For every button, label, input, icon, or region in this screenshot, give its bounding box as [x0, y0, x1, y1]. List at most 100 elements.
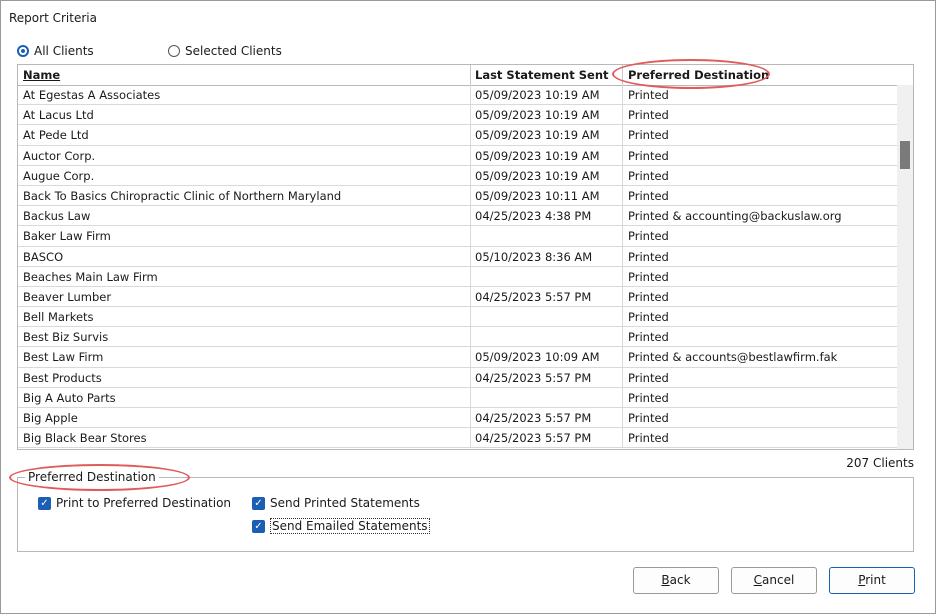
- table-row[interactable]: Baker Law Firm Printed: [18, 226, 898, 247]
- table-row[interactable]: Best Products 04/25/2023 5:57 PM Printed: [18, 367, 898, 388]
- column-divider: [622, 125, 623, 145]
- column-divider: [622, 266, 623, 286]
- table-row[interactable]: Beaches Main Law Firm Printed: [18, 266, 898, 287]
- preferred-destination-group: [17, 477, 914, 552]
- column-divider: [622, 145, 623, 165]
- cell-last-statement-sent: 05/10/2023 8:36 AM: [475, 249, 593, 264]
- radio-selected-clients[interactable]: Selected Clients: [168, 43, 282, 59]
- table-row[interactable]: Beaver Lumber 04/25/2023 5:57 PM Printed: [18, 286, 898, 308]
- table-row[interactable]: Bell Markets Printed: [18, 307, 898, 328]
- table-row[interactable]: Augue Corp. 05/09/2023 10:19 AM Printed: [18, 165, 898, 186]
- column-divider: [470, 105, 471, 125]
- column-divider[interactable]: [470, 65, 471, 85]
- column-divider: [622, 408, 623, 428]
- cancel-button[interactable]: Cancel: [731, 567, 817, 594]
- cell-last-statement-sent: 05/09/2023 10:19 AM: [475, 148, 600, 163]
- table-row[interactable]: Big A Auto Parts Printed: [18, 387, 898, 408]
- cell-name: Big A Auto Parts: [23, 390, 116, 405]
- column-divider: [470, 246, 471, 266]
- radio-all-clients-label: All Clients: [34, 44, 94, 58]
- table-row[interactable]: Backus Law 04/25/2023 4:38 PM Printed & ac…: [18, 206, 898, 227]
- column-divider: [622, 387, 623, 407]
- column-divider: [470, 347, 471, 367]
- dialog-title: Report Criteria: [9, 11, 97, 25]
- client-grid[interactable]: Name Last Statement Sent Preferred Desti…: [17, 64, 914, 450]
- cell-name: Best Law Firm: [23, 350, 104, 365]
- cell-preferred-destination: Printed: [628, 229, 669, 244]
- column-divider: [470, 85, 471, 105]
- checkmark-icon: ✓: [252, 496, 265, 510]
- column-divider: [470, 327, 471, 347]
- cell-preferred-destination: Printed: [628, 431, 669, 446]
- grid-header: Name Last Statement Sent Preferred Desti…: [18, 65, 898, 86]
- column-divider: [622, 327, 623, 347]
- send-printed-statements-checkbox[interactable]: ✓ Send Printed Statements: [252, 496, 420, 510]
- print-to-preferred-destination-checkbox[interactable]: ✓ Print to Preferred Destination: [38, 496, 231, 510]
- cell-preferred-destination: Printed: [628, 188, 669, 203]
- table-row[interactable]: Auctor Corp. 05/09/2023 10:19 AM Printed: [18, 145, 898, 166]
- radio-selected-icon: [17, 45, 29, 57]
- checkbox-label: Send Emailed Statements: [270, 518, 430, 534]
- column-divider: [622, 367, 623, 387]
- cell-name: Beaches Main Law Firm: [23, 269, 158, 284]
- vertical-scrollbar[interactable]: [897, 85, 913, 449]
- table-row[interactable]: BASCO 05/10/2023 8:36 AM Printed: [18, 246, 898, 267]
- cell-preferred-destination: Printed: [628, 128, 669, 143]
- scrollbar-thumb[interactable]: [900, 141, 910, 169]
- cell-preferred-destination: Printed: [628, 249, 669, 264]
- column-divider: [622, 286, 623, 307]
- cell-name: BASCO: [23, 249, 64, 264]
- table-row[interactable]: Best Law Firm 05/09/2023 10:09 AM Printed …: [18, 347, 898, 368]
- table-row[interactable]: Big Black Bear Stores 04/25/2023 5:57 PM P…: [18, 428, 898, 449]
- cell-preferred-destination: Printed: [628, 88, 669, 102]
- cell-preferred-destination: Printed: [628, 390, 669, 405]
- table-row[interactable]: At Egestas A Associates 05/09/2023 10:19 …: [18, 85, 898, 106]
- cell-name: At Pede Ltd: [23, 128, 89, 143]
- cell-last-statement-sent: 04/25/2023 4:38 PM: [475, 209, 592, 224]
- back-button[interactable]: Back: [633, 567, 719, 594]
- column-divider: [470, 286, 471, 307]
- send-emailed-statements-checkbox[interactable]: ✓ Send Emailed Statements: [252, 518, 430, 534]
- column-divider: [622, 185, 623, 206]
- column-header-last-statement[interactable]: Last Statement Sent: [475, 68, 609, 82]
- column-divider: [622, 226, 623, 246]
- cell-name: Beaver Lumber: [23, 289, 112, 304]
- column-divider: [622, 165, 623, 185]
- column-divider: [470, 266, 471, 286]
- table-row[interactable]: Back To Basics Chiropractic Clinic of No…: [18, 185, 898, 207]
- column-header-preferred-destination[interactable]: Preferred Destination: [628, 68, 769, 82]
- cell-name: At Egestas A Associates: [23, 88, 161, 102]
- table-row[interactable]: Big Apple 04/25/2023 5:57 PM Printed: [18, 408, 898, 429]
- column-divider: [622, 428, 623, 448]
- cell-preferred-destination: Printed: [628, 310, 669, 325]
- column-divider: [622, 347, 623, 367]
- cell-last-statement-sent: 05/09/2023 10:11 AM: [475, 188, 600, 203]
- column-divider: [470, 125, 471, 145]
- column-divider: [470, 428, 471, 448]
- cell-last-statement-sent: 04/25/2023 5:57 PM: [475, 289, 592, 304]
- table-row[interactable]: At Lacus Ltd 05/09/2023 10:19 AM Printed: [18, 105, 898, 126]
- cell-preferred-destination: Printed & accounts@bestlawfirm.fak: [628, 350, 838, 365]
- table-row[interactable]: At Pede Ltd 05/09/2023 10:19 AM Printed: [18, 125, 898, 146]
- cell-name: Baker Law Firm: [23, 229, 111, 244]
- column-divider: [470, 307, 471, 327]
- column-divider: [622, 206, 623, 226]
- cell-preferred-destination: Printed: [628, 330, 669, 345]
- cell-name: Augue Corp.: [23, 168, 95, 183]
- table-row[interactable]: Best Biz Survis Printed: [18, 327, 898, 348]
- cell-name: Auctor Corp.: [23, 148, 96, 163]
- cell-last-statement-sent: 04/25/2023 5:57 PM: [475, 411, 592, 425]
- column-divider: [470, 226, 471, 246]
- cell-last-statement-sent: 04/25/2023 5:57 PM: [475, 370, 592, 385]
- column-divider[interactable]: [622, 65, 623, 85]
- column-header-name[interactable]: Name: [23, 68, 60, 82]
- cell-last-statement-sent: 05/09/2023 10:19 AM: [475, 108, 600, 123]
- preferred-destination-group-title: Preferred Destination: [25, 470, 159, 484]
- cell-name: Best Products: [23, 370, 102, 385]
- cell-preferred-destination: Printed: [628, 370, 669, 385]
- radio-unselected-icon: [168, 45, 180, 57]
- print-button[interactable]: Print: [829, 567, 915, 594]
- column-divider: [470, 387, 471, 407]
- client-count: 207 Clients: [846, 456, 914, 470]
- radio-all-clients[interactable]: All Clients: [17, 43, 94, 59]
